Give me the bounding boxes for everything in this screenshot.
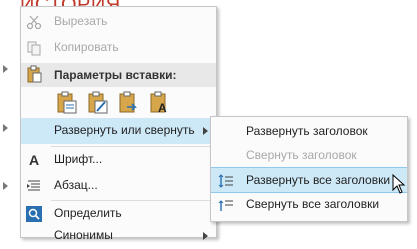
- menu-item-expand-collapse[interactable]: Развернуть или свернуть: [21, 118, 216, 144]
- submenu-item-expand-heading[interactable]: Развернуть заголовок: [211, 119, 407, 145]
- paste-options-row: A: [54, 89, 173, 117]
- submenu-item-expand-all[interactable]: Развернуть все заголовки: [211, 167, 407, 193]
- search-icon: [25, 205, 43, 223]
- menu-item-label: Вырезать: [54, 14, 108, 28]
- menu-item-label: Развернуть или свернуть: [54, 123, 195, 137]
- collapse-all-icon: [217, 196, 235, 214]
- paste-merge-formatting-button[interactable]: [85, 89, 111, 115]
- expand-all-icon: [217, 172, 235, 190]
- menu-item-label: Определить: [54, 206, 122, 220]
- collapse-triangle-icon[interactable]: [3, 182, 8, 190]
- submenu-arrow-icon: [203, 232, 208, 240]
- paste-keep-formatting-button[interactable]: [54, 89, 80, 115]
- svg-text:A: A: [158, 101, 167, 115]
- paste-merge-formatting-icon: [88, 91, 108, 114]
- paste-text-only-icon: A: [150, 91, 167, 115]
- menu-item-label: Копировать: [54, 40, 119, 54]
- expand-collapse-submenu: Развернуть заголовок Свернуть заголовок …: [210, 116, 408, 222]
- submenu-item-collapse-all[interactable]: Свернуть все заголовки: [211, 192, 407, 218]
- menu-item-label: Свернуть заголовок: [246, 148, 357, 162]
- paragraph-icon: [25, 177, 43, 195]
- paste-icon: [25, 65, 43, 83]
- menu-item-copy[interactable]: Копировать: [21, 35, 216, 61]
- paste-picture-icon: [119, 91, 137, 113]
- paste-text-only-button[interactable]: A: [147, 89, 173, 115]
- menu-item-paragraph[interactable]: Абзац...: [21, 173, 216, 199]
- menu-item-label: Развернуть все заголовки: [246, 173, 391, 187]
- scissors-icon: [25, 13, 43, 31]
- menu-item-label: Развернуть заголовок: [246, 124, 368, 138]
- menu-item-label: Абзац...: [54, 178, 98, 192]
- paste-keep-formatting-icon: [57, 91, 77, 114]
- menu-item-label: Шрифт...: [54, 152, 103, 166]
- menu-item-synonyms[interactable]: Синонимы: [21, 223, 216, 249]
- collapse-triangle-icon[interactable]: [3, 124, 8, 132]
- copy-icon: [25, 39, 43, 57]
- submenu-arrow-icon: [203, 127, 208, 135]
- submenu-item-collapse-heading[interactable]: Свернуть заголовок: [211, 143, 407, 169]
- paste-options-header: Параметры вставки:: [21, 63, 216, 87]
- collapse-triangle-icon[interactable]: [3, 65, 8, 73]
- font-icon: A: [28, 152, 40, 168]
- context-menu: Вырезать Копировать Параметры вставки: A…: [20, 6, 217, 242]
- menu-item-label: Свернуть все заголовки: [246, 197, 380, 211]
- menu-item-font[interactable]: A Шрифт...: [21, 147, 216, 173]
- menu-item-cut[interactable]: Вырезать: [21, 9, 216, 35]
- paste-picture-button[interactable]: [116, 89, 142, 115]
- mouse-cursor-icon: [392, 174, 406, 194]
- paste-options-label: Параметры вставки:: [54, 68, 177, 82]
